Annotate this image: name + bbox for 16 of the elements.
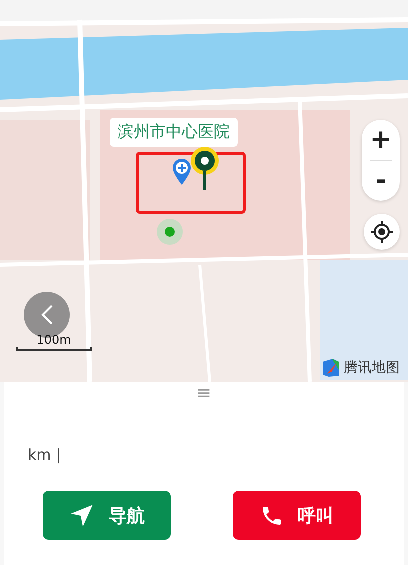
navigate-button[interactable]: 导航 — [43, 491, 171, 540]
current-location-icon — [156, 218, 184, 246]
crosshair-icon — [371, 221, 393, 243]
location-pin-icon — [190, 146, 220, 192]
navigation-arrow-icon — [69, 502, 95, 528]
scale-label: 100m — [36, 333, 72, 347]
distance-text: km | — [28, 446, 62, 464]
place-label: 滨州市中心医院 — [110, 118, 238, 147]
map-provider-label: 腾讯地图 — [344, 359, 400, 377]
map-logo-icon — [321, 358, 341, 378]
call-button[interactable]: 呼叫 — [233, 491, 361, 540]
zoom-in-button[interactable]: + — [362, 120, 400, 160]
add-pin-icon — [172, 158, 192, 186]
drag-handle[interactable]: ≡ — [196, 384, 212, 404]
chevron-left-icon — [40, 304, 54, 326]
zoom-out-button[interactable]: - — [362, 161, 400, 201]
